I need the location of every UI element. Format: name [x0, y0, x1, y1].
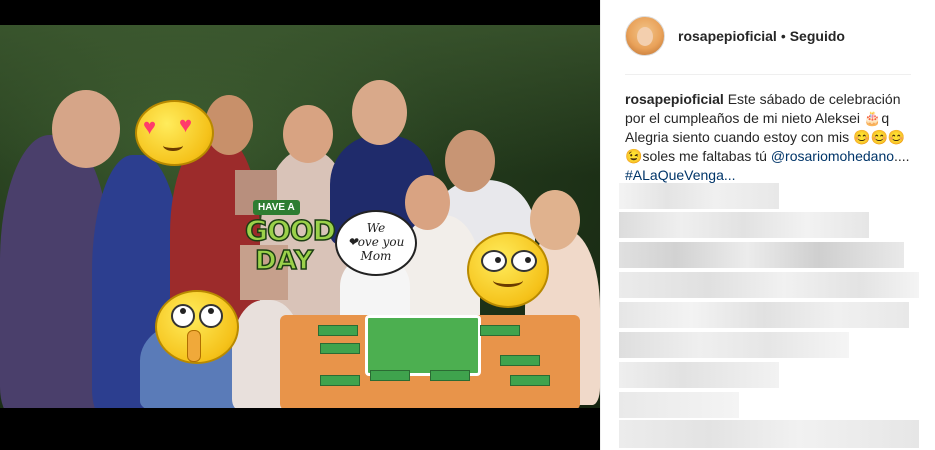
pixelated-comment-row [619, 362, 779, 388]
caption-username-link[interactable]: rosapepioficial [625, 91, 724, 107]
emoji-pupil [495, 257, 501, 263]
heart-eye-right-icon: ♥ [179, 112, 193, 137]
emoji-pupil [208, 308, 214, 314]
person-man-cap-head [352, 80, 407, 145]
username-link[interactable]: rosapepioficial [678, 28, 777, 44]
emoji-eye [511, 250, 537, 272]
candy-bar [318, 325, 358, 336]
post-image-area[interactable]: HAVE A GOOD DAY We ❤ove you Mom ♥ ♥ [0, 0, 600, 450]
pixelated-comment-row [619, 392, 739, 418]
emoji-mouth [493, 274, 523, 287]
post-photo[interactable]: HAVE A GOOD DAY We ❤ove you Mom ♥ ♥ [0, 25, 600, 408]
sticker-line-have-a: HAVE A [253, 200, 300, 215]
candy-bar [370, 370, 410, 381]
person-woman-pink-head [283, 105, 333, 163]
sticker-line-good: GOOD [244, 213, 336, 248]
person-man-beard-head [445, 130, 495, 192]
heart-eye-left-icon: ♥ [143, 114, 157, 139]
candy-bar [510, 375, 550, 386]
cake-emoji: 🎂 [863, 110, 882, 126]
caption-ellipsis: .... [894, 148, 910, 164]
emoji-mouth [163, 140, 183, 151]
candy-bar [500, 355, 540, 366]
candy-bar [480, 325, 520, 336]
emoji-pupil [525, 257, 531, 263]
following-button[interactable]: Seguido [790, 28, 845, 44]
emoji-eye [481, 250, 507, 272]
hashtag-link[interactable]: #ALaQueVenga... [625, 167, 736, 183]
sticker-love-line1: We [366, 221, 386, 236]
post-sidebar: rosapepioficial • Seguido rosapepioficia… [600, 0, 935, 450]
finger-icon [187, 330, 201, 362]
sticker-love-line2: ❤ove you [347, 235, 405, 250]
candy-bar [320, 343, 360, 354]
mention-link[interactable]: @rosariomohedano [771, 148, 894, 164]
person-woman-white-head [405, 175, 450, 230]
person-woman-blonde-head [530, 190, 580, 250]
birthday-cake [365, 315, 481, 376]
pixelated-comment-row [619, 420, 919, 448]
sticker-love-line3: Mom [360, 248, 392, 263]
heart-eyes-emoji-sticker: ♥ ♥ [135, 100, 214, 166]
shush-emoji-sticker [155, 290, 239, 364]
pixelated-comment-row [619, 212, 869, 238]
pixelated-comment-row [619, 302, 909, 328]
smirk-emoji-sticker [467, 232, 549, 308]
header-separator: • [780, 28, 786, 44]
post-header: rosapepioficial • Seguido [625, 16, 845, 56]
emoji-pupil [180, 308, 186, 314]
love-you-mom-sticker: We ❤ove you Mom [335, 210, 417, 276]
pixelated-comment-row [619, 332, 849, 358]
header-divider [625, 74, 911, 75]
pixelated-comment-row [619, 183, 779, 209]
avatar[interactable] [625, 16, 665, 56]
post-caption: rosapepioficial Este sábado de celebraci… [625, 90, 915, 185]
candy-bar [430, 370, 470, 381]
emoji-eye [171, 304, 195, 328]
candy-bar [320, 375, 360, 386]
good-day-sticker: HAVE A GOOD DAY [244, 200, 337, 280]
sticker-line-day: DAY [254, 245, 314, 277]
pixelated-comment-row [619, 272, 919, 298]
pixelated-comment-row [619, 242, 904, 268]
caption-text-3: soles me faltabas tú [642, 148, 767, 164]
emoji-eye [199, 304, 223, 328]
person-grandfather-head [52, 90, 120, 168]
